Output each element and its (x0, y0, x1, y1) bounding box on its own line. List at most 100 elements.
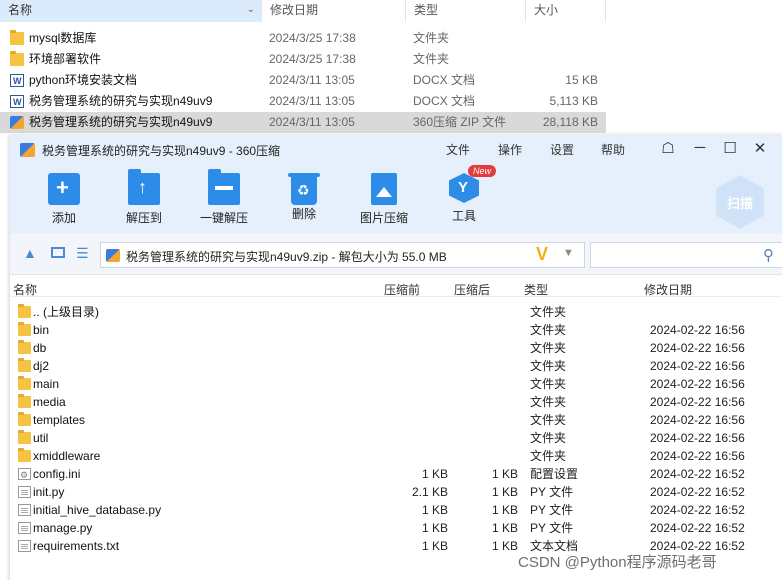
file-name: 环境部署软件 (29, 52, 102, 66)
zip-row[interactable]: main 文件夹 2024-02-22 16:56 (10, 375, 782, 393)
entry-name: media (33, 395, 66, 409)
entry-type: 文件夹 (530, 413, 567, 427)
entry-type: 文件夹 (530, 449, 567, 463)
entry-size-before: 1 KB (421, 539, 448, 553)
address-bar: ▲ ☰ 税务管理系统的研究与实现n49uv9.zip - 解包大小为 55.0 … (10, 233, 782, 275)
explorer-row[interactable]: python环境安装文档 2024/3/11 13:05 DOCX 文档 15 KB (0, 70, 606, 92)
entry-date: 2024-02-22 16:56 (650, 377, 745, 391)
column-date[interactable]: 修改日期 (644, 281, 692, 298)
zip-app-icon (20, 143, 35, 157)
entry-size-after: 1 KB (491, 539, 518, 553)
zip-row[interactable]: dj2 文件夹 2024-02-22 16:56 (10, 357, 782, 375)
zip-row[interactable]: bin 文件夹 2024-02-22 16:56 (10, 321, 782, 339)
entry-name: initial_hive_database.py (33, 503, 162, 517)
explorer-row[interactable]: 税务管理系统的研究与实现n49uv9 2024/3/11 13:05 360压缩 Z… (0, 112, 606, 133)
explorer-row[interactable]: 税务管理系统的研究与实现n49uv9 2024/3/11 13:05 DOCX 文档… (0, 91, 606, 113)
entry-name: util (33, 431, 49, 445)
skin-icon[interactable]: ☖ (658, 139, 678, 157)
zip-file-icon (106, 249, 120, 262)
up-arrow-icon[interactable]: ▲ (23, 246, 37, 260)
column-type[interactable]: 类型 (524, 281, 548, 298)
column-packed[interactable]: 压缩后 (454, 281, 490, 298)
zip-row[interactable]: config.ini 1 KB 1 KB 配置设置 2024-02-22 16:52 (10, 465, 782, 484)
entry-size-before: 1 KB (421, 467, 448, 481)
entry-size-before: 1 KB (421, 521, 448, 535)
column-name[interactable]: 名称 (13, 281, 37, 298)
entry-name: manage.py (33, 521, 93, 535)
entry-name: requirements.txt (33, 539, 120, 553)
entry-name: main (33, 377, 60, 391)
entry-type: 文件夹 (530, 395, 567, 409)
menu-help[interactable]: 帮助 (601, 141, 625, 158)
column-date[interactable]: 修改日期 (262, 0, 406, 22)
v-icon[interactable]: V (536, 244, 548, 265)
file-type: 文件夹 (413, 31, 450, 45)
entry-type: 文件夹 (530, 305, 567, 319)
zip-row[interactable]: util 文件夹 2024-02-22 16:56 (10, 429, 782, 447)
one-click-extract-icon (208, 169, 240, 205)
list-view-icon[interactable]: ☰ (76, 245, 89, 262)
zip-row[interactable]: media 文件夹 2024-02-22 16:56 (10, 393, 782, 411)
entry-date: 2024-02-22 16:52 (650, 521, 745, 535)
scan-button[interactable]: 扫描 (716, 175, 764, 229)
zip-row[interactable]: manage.py 1 KB 1 KB PY 文件 2024-02-22 16:52 (10, 519, 782, 537)
menu-settings[interactable]: 设置 (550, 141, 574, 158)
folder-icon (18, 376, 31, 390)
delete-button[interactable]: 删除 (269, 173, 339, 229)
file-date: 2024/3/11 13:05 (269, 115, 355, 129)
extract-icon (128, 169, 160, 205)
column-name[interactable]: 名称 ⌄ (0, 0, 262, 22)
image-compress-button[interactable]: 图片压缩 (349, 173, 419, 229)
add-button[interactable]: 添加 (29, 173, 99, 229)
file-name: python环境安装文档 (29, 73, 138, 87)
close-icon[interactable]: ✕ (750, 139, 770, 157)
column-size[interactable]: 大小 (526, 0, 606, 22)
entry-date: 2024-02-22 16:56 (650, 359, 745, 373)
search-icon[interactable]: ⚲ (763, 246, 774, 264)
extract-to-button[interactable]: 解压到 (109, 169, 179, 229)
explorer-row[interactable]: mysql数据库 2024/3/25 17:38 文件夹 (0, 28, 606, 49)
entry-date: 2024-02-22 16:56 (650, 395, 745, 409)
entry-date: 2024-02-22 16:56 (650, 413, 745, 427)
file-date: 2024/3/25 17:38 (269, 52, 356, 66)
file-type: DOCX 文档 (413, 73, 476, 87)
maximize-icon[interactable]: ☐ (720, 139, 740, 157)
window-title: 税务管理系统的研究与实现n49uv9 - 360压缩 (42, 144, 281, 158)
entry-name: bin (33, 323, 50, 337)
entry-size-after: 1 KB (491, 521, 518, 535)
tools-button[interactable]: 工具 (429, 173, 499, 229)
image-compress-icon (371, 173, 397, 205)
column-compressed[interactable]: 压缩前 (384, 281, 420, 298)
entry-size-before: 1 KB (421, 503, 448, 517)
minimize-icon[interactable]: ─ (690, 139, 710, 156)
entry-type: PY 文件 (530, 521, 574, 535)
zip-row[interactable]: xmiddleware 文件夹 2024-02-22 16:56 (10, 447, 782, 465)
zip-row[interactable]: db 文件夹 2024-02-22 16:56 (10, 339, 782, 357)
zip-titlebar: 税务管理系统的研究与实现n49uv9 - 360压缩 文件 操作 设置 帮助 ☖… (10, 135, 782, 233)
entry-name: .. (上级目录) (33, 305, 99, 319)
folder-icon (18, 394, 31, 408)
entry-type: 文件夹 (530, 377, 567, 391)
search-input[interactable]: ⚲ (590, 242, 782, 268)
path-dropdown-icon[interactable]: ▼ (563, 247, 574, 259)
column-type[interactable]: 类型 (406, 0, 526, 22)
tree-view-icon[interactable] (51, 247, 65, 258)
zip-row[interactable]: .. (上级目录) 文件夹 (10, 303, 782, 321)
zip-row[interactable]: initial_hive_database.py 1 KB 1 KB PY 文件 202… (10, 501, 782, 519)
explorer-row[interactable]: 环境部署软件 2024/3/25 17:38 文件夹 (0, 49, 606, 70)
entry-date: 2024-02-22 16:52 (650, 503, 745, 517)
zip-row[interactable]: init.py 2.1 KB 1 KB PY 文件 2024-02-22 16:52 (10, 483, 782, 501)
entry-type: 文件夹 (530, 431, 567, 445)
file-size: 5,113 KB (549, 94, 598, 108)
zip-row[interactable]: templates 文件夹 2024-02-22 16:56 (10, 411, 782, 429)
one-click-extract-button[interactable]: 一键解压 (189, 169, 259, 229)
path-field[interactable]: 税务管理系统的研究与实现n49uv9.zip - 解包大小为 55.0 MB V… (100, 242, 585, 268)
entry-size-before: 2.1 KB (411, 485, 448, 499)
file-date: 2024/3/11 13:05 (269, 73, 355, 87)
menu-file[interactable]: 文件 (446, 141, 470, 158)
entry-name: config.ini (33, 467, 81, 481)
docx-icon (10, 92, 24, 113)
menu-ops[interactable]: 操作 (498, 141, 522, 158)
file-type: DOCX 文档 (413, 94, 476, 108)
entry-date: 2024-02-22 16:56 (650, 341, 745, 355)
